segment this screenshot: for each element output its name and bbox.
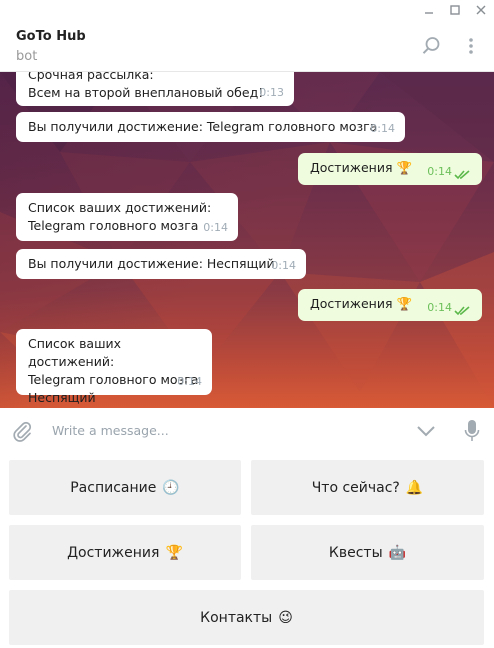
close-icon — [476, 5, 486, 15]
message-text-line: Telegram головного мозга — [28, 218, 199, 233]
wink-emoji: 😉 — [278, 609, 293, 626]
message-text-line: Список ваших достижений: — [28, 336, 122, 369]
message-time: 0:14 — [427, 165, 452, 178]
keyboard-button-contacts[interactable]: Контакты 😉 — [9, 590, 484, 645]
maximize-button[interactable] — [442, 0, 468, 20]
more-vertical-icon[interactable] — [459, 34, 483, 58]
message-text-line: Неспящий — [28, 390, 96, 405]
trophy-emoji: 🏆 — [165, 544, 183, 561]
maximize-icon — [450, 5, 460, 15]
compose-bar: Write a message... — [0, 408, 494, 454]
message-list[interactable]: Срочная рассылка: Всем на второй внеплан… — [0, 72, 494, 408]
message-time: 0:14 — [177, 375, 202, 388]
search-icon[interactable] — [419, 34, 443, 58]
message-incoming[interactable]: Вы получили достижение: Telegram головно… — [16, 112, 405, 142]
message-time: 0:13 — [259, 86, 284, 99]
message-text-line: Вы получили достижение: Неспящий — [28, 256, 275, 271]
message-text-line: Всем на второй внеплановый обед! — [28, 85, 264, 100]
trophy-emoji: 🏆 — [396, 160, 413, 175]
keyboard-button-label: Квесты — [328, 544, 383, 561]
chevron-down-icon[interactable] — [414, 419, 438, 443]
robot-emoji: 🤖 — [388, 544, 407, 561]
message-incoming[interactable]: Вы получили достижение: Неспящий 0:14 — [16, 249, 306, 279]
chat-title[interactable]: GoTo Hub — [16, 29, 86, 44]
keyboard-button-achievements[interactable]: Достижения 🏆 — [9, 525, 241, 580]
telegram-window: GoTo Hub bot Срочная рассылка: Всем на в… — [0, 0, 494, 648]
window-controls — [416, 0, 494, 20]
keyboard-button-label: Контакты — [200, 609, 273, 626]
message-time: 0:14 — [203, 221, 228, 234]
message-outgoing[interactable]: Достижения 🏆 0:14 — [298, 153, 482, 185]
paperclip-icon[interactable] — [10, 419, 34, 443]
message-text: Достижения — [310, 296, 393, 311]
clock-emoji: 🕘 — [162, 479, 180, 496]
microphone-icon[interactable] — [460, 419, 484, 443]
keyboard-button-quests[interactable]: Квесты 🤖 — [251, 525, 484, 580]
bell-emoji: 🔔 — [405, 479, 424, 496]
message-text-line: Вы получили достижение: Telegram головно… — [28, 119, 378, 134]
minimize-button[interactable] — [416, 0, 442, 20]
keyboard-button-label: Что сейчас? — [311, 479, 400, 496]
message-text-line: Срочная рассылка: — [28, 72, 154, 82]
message-time: 0:14 — [370, 122, 395, 135]
message-input[interactable]: Write a message... — [52, 423, 169, 438]
minimize-icon — [425, 12, 433, 14]
message-text-line: Telegram головного мозга — [28, 372, 199, 387]
keyboard-button-label: Достижения — [67, 544, 160, 561]
message-incoming[interactable]: Список ваших достижений: Telegram головн… — [16, 193, 238, 241]
read-ticks-icon — [454, 170, 470, 180]
message-outgoing[interactable]: Достижения 🏆 0:14 — [298, 289, 482, 321]
message-incoming[interactable]: Список ваших достижений: Telegram головн… — [16, 329, 212, 405]
message-text-line: Список ваших достижений: — [28, 200, 212, 215]
read-ticks-icon — [454, 306, 470, 316]
message-time: 0:14 — [271, 259, 296, 272]
chat-subtitle: bot — [16, 49, 38, 64]
keyboard-button-label: Расписание — [70, 479, 157, 496]
chat-header: GoTo Hub bot — [0, 20, 494, 72]
keyboard-button-now[interactable]: Что сейчас? 🔔 — [251, 460, 484, 515]
message-time: 0:14 — [427, 301, 452, 314]
bot-keyboard: Расписание 🕘 Что сейчас? 🔔 Достижения 🏆 … — [0, 454, 494, 648]
message-incoming[interactable]: Срочная рассылка: Всем на второй внеплан… — [16, 72, 294, 106]
close-button[interactable] — [468, 0, 494, 20]
keyboard-button-schedule[interactable]: Расписание 🕘 — [9, 460, 241, 515]
message-text: Достижения — [310, 160, 393, 175]
trophy-emoji: 🏆 — [396, 296, 413, 311]
